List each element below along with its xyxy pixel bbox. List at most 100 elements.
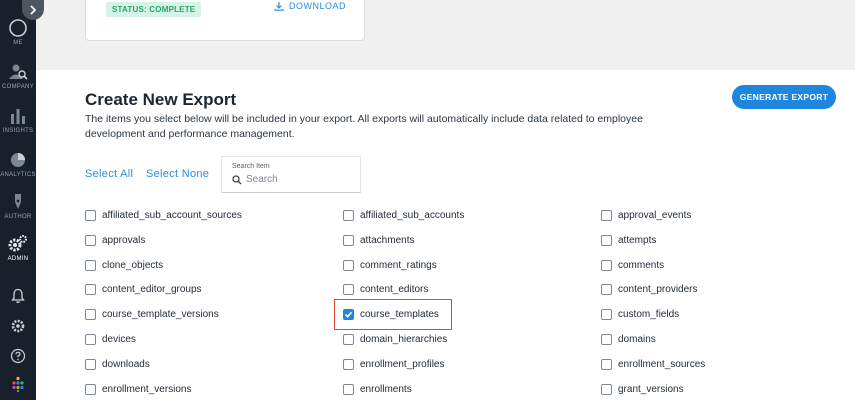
download-label: DOWNLOAD bbox=[289, 1, 347, 11]
search-input[interactable] bbox=[246, 174, 346, 185]
generate-export-button[interactable]: GENERATE EXPORT bbox=[732, 85, 836, 109]
sidebar-item-apps[interactable] bbox=[0, 376, 36, 392]
checkbox[interactable] bbox=[343, 209, 354, 221]
bell-icon bbox=[11, 288, 25, 304]
checkbox-label: devices bbox=[102, 333, 136, 345]
sidebar-item-label: INSIGHTS bbox=[2, 128, 34, 134]
checkbox[interactable] bbox=[343, 259, 354, 271]
checkbox-item[interactable]: downloads bbox=[85, 357, 150, 371]
sidebar-item-label: AUTHOR bbox=[4, 214, 32, 220]
checkbox-item[interactable]: enrollments bbox=[343, 382, 412, 396]
checkbox[interactable] bbox=[343, 234, 354, 246]
checkbox-label: enrollment_profiles bbox=[360, 358, 445, 370]
selection-highlight bbox=[334, 299, 452, 330]
gears-icon bbox=[8, 235, 27, 252]
checkbox[interactable] bbox=[601, 259, 612, 271]
checkbox-item[interactable]: domains bbox=[601, 332, 656, 346]
checkbox[interactable] bbox=[601, 283, 612, 295]
checkbox[interactable] bbox=[343, 283, 354, 295]
checkbox-item[interactable]: content_editors bbox=[343, 282, 428, 296]
checkbox-label: enrollments bbox=[360, 383, 412, 395]
app-grid-icon bbox=[12, 376, 24, 392]
checkbox-item[interactable]: content_editor_groups bbox=[85, 282, 202, 296]
checkbox-label: enrollment_versions bbox=[102, 383, 192, 395]
sidebar-item-company[interactable]: COMPANY bbox=[0, 62, 36, 90]
checkbox[interactable] bbox=[343, 358, 354, 370]
checkbox[interactable] bbox=[601, 333, 612, 345]
checkbox[interactable] bbox=[85, 234, 96, 246]
checkbox[interactable] bbox=[601, 234, 612, 246]
sidebar-item-label: ADMIN bbox=[7, 256, 29, 262]
select-none-link[interactable]: Select None bbox=[146, 168, 209, 180]
download-link[interactable]: DOWNLOAD bbox=[274, 1, 346, 11]
checkbox[interactable] bbox=[601, 308, 612, 320]
checkbox-label: domain_hierarchies bbox=[360, 333, 448, 345]
checkbox[interactable] bbox=[85, 283, 96, 295]
checkbox[interactable] bbox=[343, 383, 354, 395]
checkbox-label: content_editor_groups bbox=[102, 283, 202, 295]
user-circle-icon bbox=[9, 19, 27, 37]
checkbox-item[interactable]: custom_fields bbox=[601, 307, 679, 321]
checkbox-label: grant_versions bbox=[618, 383, 684, 395]
sidebar-item-notifications[interactable] bbox=[0, 288, 36, 304]
search-icon bbox=[232, 174, 242, 184]
checkbox[interactable] bbox=[85, 358, 96, 370]
pen-icon bbox=[15, 194, 21, 209]
checkbox[interactable] bbox=[601, 209, 612, 221]
export-card: STATUS: COMPLETE DOWNLOAD bbox=[85, 0, 365, 41]
checkbox[interactable] bbox=[85, 259, 96, 271]
page-title: Create New Export bbox=[85, 90, 237, 109]
checkbox-item[interactable]: attempts bbox=[601, 233, 656, 247]
checkbox-item[interactable]: approvals bbox=[85, 233, 145, 247]
checkbox-item[interactable]: content_providers bbox=[601, 282, 698, 296]
sidebar: ME COMPANY INSIGHTS ANALYTICS AUTHOR ADM… bbox=[0, 0, 36, 400]
checkbox-item[interactable]: affiliated_sub_accounts bbox=[343, 208, 464, 222]
checkbox-item[interactable]: attachments bbox=[343, 233, 414, 247]
checkbox-label: enrollment_sources bbox=[618, 358, 706, 370]
checkbox-label: course_template_versions bbox=[102, 308, 219, 320]
checkbox-item[interactable]: approval_events bbox=[601, 208, 691, 222]
checkbox[interactable] bbox=[601, 383, 612, 395]
checkbox-label: comment_ratings bbox=[360, 259, 437, 271]
checkbox-item[interactable]: comment_ratings bbox=[343, 258, 437, 272]
create-export-panel: Create New Export The items you select b… bbox=[36, 70, 855, 400]
search-item-box[interactable]: Search Item bbox=[221, 156, 361, 193]
checkbox-label: approval_events bbox=[618, 209, 692, 221]
checkbox-item[interactable]: course_template_versions bbox=[85, 307, 219, 321]
sidebar-item-label: COMPANY bbox=[2, 84, 34, 90]
checkbox-item[interactable]: grant_versions bbox=[601, 382, 684, 396]
checkbox[interactable] bbox=[601, 358, 612, 370]
checkbox[interactable] bbox=[85, 383, 96, 395]
sidebar-item-settings[interactable] bbox=[0, 318, 36, 334]
help-icon bbox=[10, 348, 26, 364]
sidebar-item-author[interactable]: AUTHOR bbox=[0, 192, 36, 220]
gear-icon bbox=[11, 319, 25, 333]
select-all-link[interactable]: Select All bbox=[85, 168, 133, 180]
checkbox[interactable] bbox=[85, 308, 96, 320]
checkbox-item[interactable]: comments bbox=[601, 258, 664, 272]
checkbox-item[interactable]: enrollment_versions bbox=[85, 382, 192, 396]
checkbox-item[interactable]: domain_hierarchies bbox=[343, 332, 447, 346]
company-search-icon bbox=[9, 64, 28, 80]
checkbox-item[interactable]: enrollment_sources bbox=[601, 357, 705, 371]
checkbox-label: attachments bbox=[360, 234, 415, 246]
status-badge: STATUS: COMPLETE bbox=[106, 2, 202, 17]
checkbox-item[interactable]: enrollment_profiles bbox=[343, 357, 445, 371]
checkbox[interactable] bbox=[85, 209, 96, 221]
expand-sidebar-button[interactable] bbox=[22, 0, 44, 20]
sidebar-item-help[interactable] bbox=[0, 348, 36, 364]
checkbox-item[interactable]: clone_objects bbox=[85, 258, 163, 272]
sidebar-item-label: ME bbox=[13, 40, 23, 46]
sidebar-item-me[interactable]: ME bbox=[0, 18, 36, 46]
search-label: Search Item bbox=[232, 163, 270, 170]
checkbox[interactable] bbox=[343, 333, 354, 345]
sidebar-item-label: ANALYTICS bbox=[0, 172, 36, 178]
pie-chart-icon bbox=[11, 153, 25, 167]
sidebar-item-insights[interactable]: INSIGHTS bbox=[0, 106, 36, 134]
checkbox-item[interactable]: devices bbox=[85, 332, 136, 346]
checkbox[interactable] bbox=[85, 333, 96, 345]
checkbox-item[interactable]: affiliated_sub_account_sources bbox=[85, 208, 242, 222]
sidebar-item-analytics[interactable]: ANALYTICS bbox=[0, 150, 36, 178]
checkbox-label: affiliated_sub_accounts bbox=[360, 209, 465, 221]
sidebar-item-admin[interactable]: ADMIN bbox=[0, 234, 36, 262]
